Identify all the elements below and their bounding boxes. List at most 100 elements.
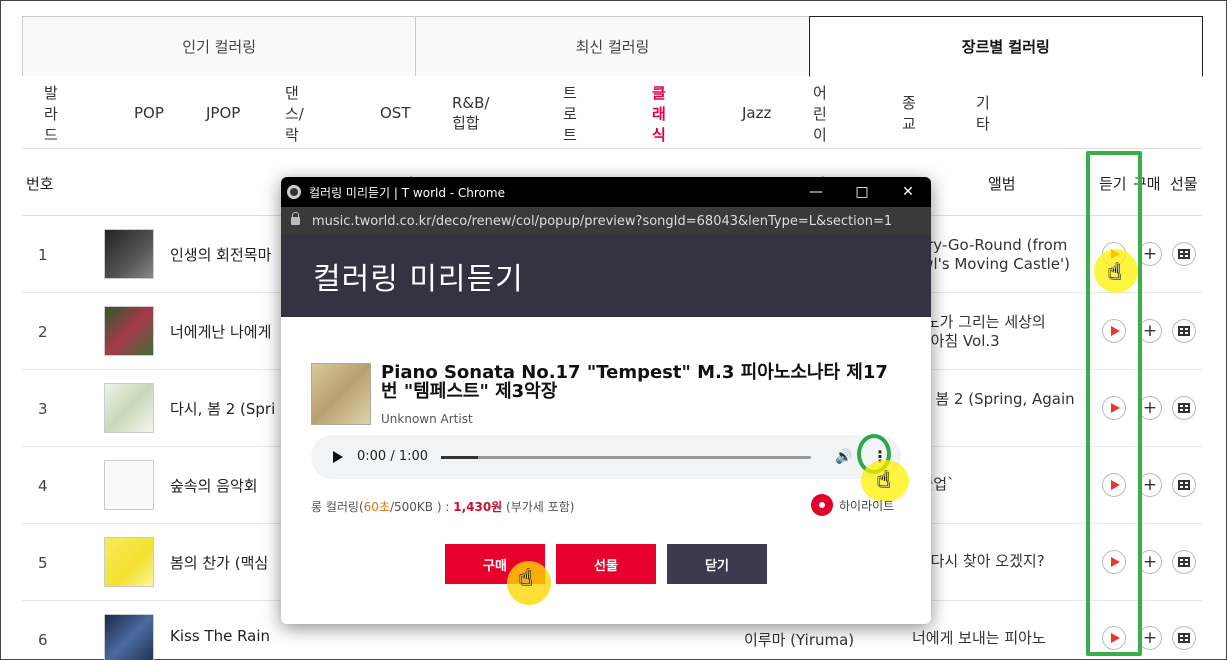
song-title[interactable]: 인생의 회전목마 — [170, 244, 271, 265]
price-amount: 1,430원 — [453, 500, 503, 514]
genre-ost[interactable]: OST — [380, 104, 411, 122]
highlight-toggle[interactable]: 하이라이트 — [811, 494, 894, 516]
album-line-1: 은 다시 찾아 오겠지? — [912, 552, 1045, 570]
album-line-1: 시, 봄 2 (Spring, Again — [912, 390, 1075, 408]
price-info: 롱 컬러링(60초/500KB ) : 1,430원 (부가세 포함) — [311, 498, 574, 515]
row-number: 2 — [38, 323, 48, 341]
song-title[interactable]: Kiss The Rain — [170, 627, 270, 645]
window-controls: — □ ✕ — [793, 177, 931, 207]
tab-genre[interactable]: 장르별 컬러링 — [808, 16, 1203, 77]
gift-icon — [1178, 480, 1190, 490]
gift-icon — [1178, 557, 1190, 567]
globe-icon — [287, 185, 301, 199]
song-title[interactable]: 봄의 찬가 (맥심 — [170, 552, 268, 573]
album-thumbnail[interactable] — [104, 460, 154, 510]
popup-title-bar: 컬러링 미리듣기 | T world - Chrome — □ ✕ — [281, 177, 931, 207]
song-title[interactable]: 너에게난 나에게 — [170, 321, 271, 342]
hand-cursor-icon: ☝ — [1108, 260, 1122, 285]
audio-player: 0:00 / 1:00 🔊 ⋮ — [311, 435, 901, 479]
genre-religion[interactable]: 종교 — [902, 92, 916, 134]
hand-cursor-icon: ☝ — [877, 468, 891, 493]
row-number: 3 — [38, 400, 48, 418]
album-line-1: 아노가 그리는 세상의 — [912, 313, 1046, 331]
song-album[interactable]: 시, 봄 2 (Spring, Again — [912, 390, 1088, 409]
gift-button[interactable] — [1172, 473, 1196, 497]
song-title[interactable]: 다시, 봄 2 (Spri — [170, 398, 275, 419]
gift-button[interactable]: 선물 — [556, 544, 656, 584]
chart-tabs: 인기 컬러링 최신 컬러링 장르별 컬러링 — [22, 16, 1203, 77]
album-thumbnail[interactable] — [104, 383, 154, 433]
minimize-button[interactable]: — — [793, 177, 839, 207]
add-icon: + — [1142, 474, 1158, 495]
player-time: 0:00 / 1:00 — [357, 449, 429, 464]
song-album[interactable]: 아노가 그리는 세상의 든 아침 Vol.3 — [912, 313, 1088, 351]
popup-url: music.tworld.co.kr/deco/renew/col/popup/… — [312, 213, 893, 229]
genre-dance-rock[interactable]: 댄스/락 — [285, 82, 304, 145]
genre-trot[interactable]: 트로트 — [563, 82, 577, 145]
song-album[interactable]: `졸업` — [912, 475, 1088, 494]
add-icon: + — [1142, 320, 1158, 341]
gift-button[interactable] — [1172, 242, 1196, 266]
album-line-1: 너에게 보내는 피아노 — [912, 629, 1046, 647]
row-number: 1 — [38, 246, 48, 264]
row-number: 5 — [38, 554, 48, 572]
player-seek-fill — [441, 456, 478, 459]
player-play-icon[interactable] — [333, 451, 343, 463]
song-album[interactable]: erry-Go-Round (from owl's Moving Castle') — [912, 236, 1088, 274]
album-thumbnail[interactable] — [104, 306, 154, 356]
album-thumbnail[interactable] — [104, 537, 154, 587]
price-suffix: (부가세 포함) — [506, 500, 575, 514]
genre-rnb-hiphop[interactable]: R&B/힙합 — [452, 94, 489, 133]
preview-song-artist: Unknown Artist — [381, 412, 473, 426]
add-icon: + — [1142, 397, 1158, 418]
price-size: /500KB ) : — [389, 500, 450, 514]
song-artist[interactable]: 이루마 (Yiruma) — [744, 629, 854, 650]
popup-window-title: 컬러링 미리듣기 | T world - Chrome — [309, 185, 505, 200]
maximize-button[interactable]: □ — [839, 177, 885, 207]
gift-button[interactable] — [1172, 626, 1196, 650]
preview-popup-window: 컬러링 미리듣기 | T world - Chrome — □ ✕ music.… — [281, 177, 931, 624]
highlight-icon — [811, 494, 833, 516]
album-line-2: owl's Moving Castle') — [912, 255, 1071, 273]
song-album[interactable]: 너에게 보내는 피아노 — [912, 629, 1088, 648]
gift-icon — [1178, 249, 1190, 259]
album-line-2: 든 아침 Vol.3 — [912, 332, 1000, 350]
genre-pop[interactable]: POP — [134, 104, 164, 122]
lock-icon — [291, 212, 300, 225]
album-thumbnail[interactable] — [104, 614, 154, 660]
popup-url-bar[interactable]: music.tworld.co.kr/deco/renew/col/popup/… — [281, 207, 931, 235]
song-title[interactable]: 숲속의 음악회 — [170, 475, 258, 496]
album-line-1: `졸업` — [912, 475, 955, 493]
hand-cursor-icon: ☝ — [519, 566, 533, 591]
listen-column-highlight — [1086, 151, 1142, 656]
gift-icon — [1178, 633, 1190, 643]
popup-header: 컬러링 미리듣기 — [281, 235, 931, 317]
add-icon: + — [1142, 551, 1158, 572]
header-no: 번호 — [26, 175, 54, 193]
genre-kids[interactable]: 어린이 — [813, 82, 827, 145]
volume-icon[interactable]: 🔊 — [835, 449, 852, 465]
player-seek-bar[interactable] — [441, 456, 811, 459]
add-icon: + — [1142, 243, 1158, 264]
tab-latest[interactable]: 최신 컬러링 — [415, 16, 810, 76]
genre-jpop[interactable]: JPOP — [206, 104, 240, 122]
genre-ballad[interactable]: 발라드 — [44, 82, 58, 145]
close-window-button[interactable]: ✕ — [885, 177, 931, 207]
gift-icon — [1178, 403, 1190, 413]
close-button[interactable]: 닫기 — [667, 544, 767, 584]
gift-button[interactable] — [1172, 319, 1196, 343]
album-line-1: erry-Go-Round (from — [912, 236, 1068, 254]
gift-button[interactable] — [1172, 550, 1196, 574]
row-number: 6 — [38, 631, 48, 649]
genre-classic[interactable]: 클래식 — [652, 82, 666, 145]
genre-jazz[interactable]: Jazz — [742, 104, 771, 122]
genre-etc[interactable]: 기타 — [976, 92, 990, 134]
price-seconds: 60초 — [363, 500, 390, 514]
tab-popular[interactable]: 인기 컬러링 — [22, 16, 417, 76]
row-number: 4 — [38, 477, 48, 495]
gift-button[interactable] — [1172, 396, 1196, 420]
add-icon: + — [1142, 627, 1158, 648]
album-thumbnail[interactable] — [104, 229, 154, 279]
song-album-art — [311, 363, 371, 425]
song-album[interactable]: 은 다시 찾아 오겠지? — [912, 552, 1088, 571]
